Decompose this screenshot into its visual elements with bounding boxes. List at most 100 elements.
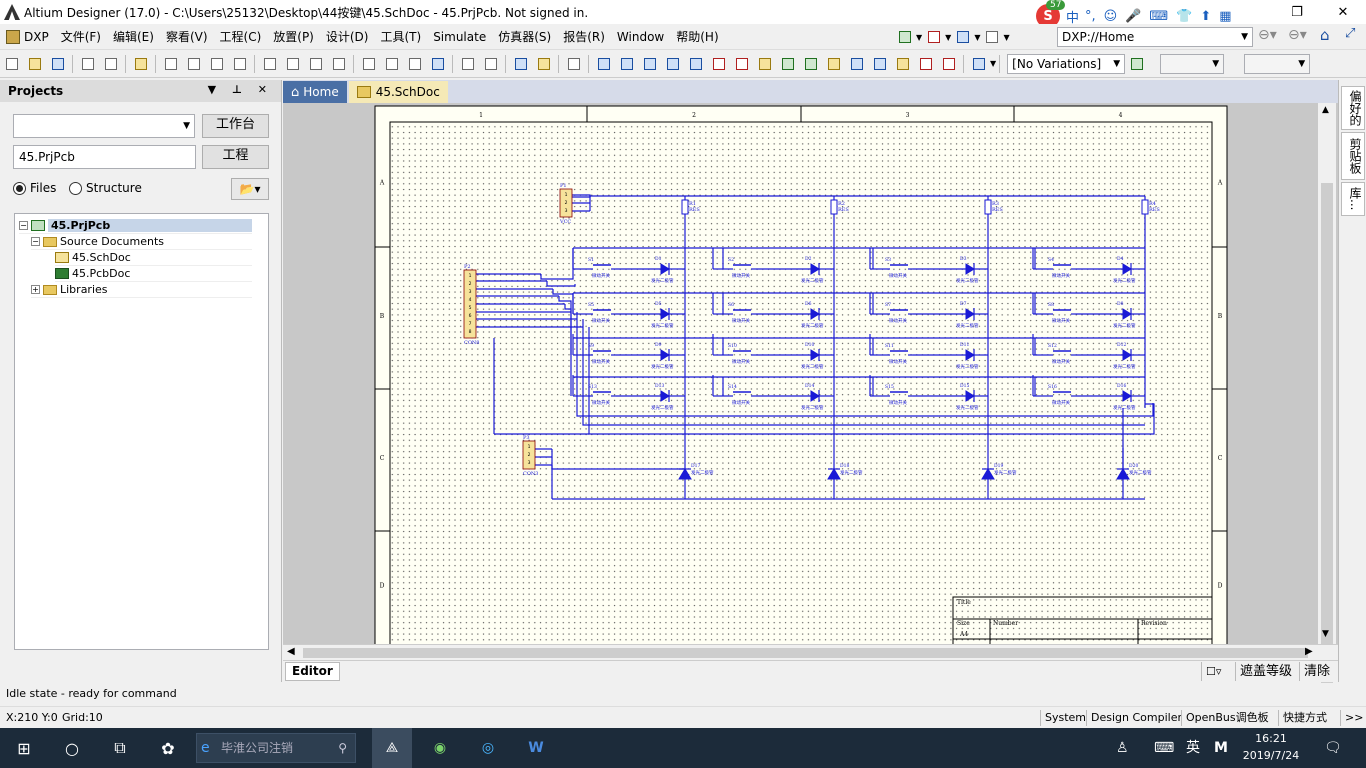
menu-help[interactable]: 帮助(H)	[670, 26, 724, 48]
emoji-icon[interactable]: ☺	[1104, 9, 1118, 24]
cut-icon[interactable]	[260, 54, 280, 74]
menu-tools[interactable]: 工具(T)	[374, 26, 427, 48]
menu-window[interactable]: Window	[611, 26, 670, 48]
power-port-icon[interactable]	[953, 27, 973, 47]
open-document-icon[interactable]	[131, 54, 151, 74]
clear-filter-icon[interactable]	[428, 54, 448, 74]
zoom-area-icon[interactable]	[184, 54, 204, 74]
forward-icon[interactable]: ⊖▾	[1288, 27, 1307, 43]
hierarchy-icon[interactable]	[511, 54, 531, 74]
schematic-sheet[interactable]: 1 2 3 4 A A B B C C D D 1 2 3 P1 VCC 1 2 3 4 5 6 7 8 P2 CON8 1 2 3 P3…	[283, 103, 1318, 644]
redo-icon[interactable]	[481, 54, 501, 74]
menu-view[interactable]: 察看(V)	[160, 26, 214, 48]
vcc-port-icon[interactable]	[732, 54, 752, 74]
rubber-stamp-icon[interactable]	[329, 54, 349, 74]
scroll-down-icon[interactable]: ▼	[1322, 629, 1329, 639]
settings-icon[interactable]: ▦	[1219, 9, 1231, 24]
sheet-symbol-icon[interactable]	[778, 54, 798, 74]
mask-filter-icon[interactable]: ☐▿	[1201, 662, 1225, 681]
menu-dxp[interactable]: DXP	[0, 26, 55, 48]
place-part-icon[interactable]	[755, 54, 775, 74]
menu-project[interactable]: 工程(C)	[214, 26, 268, 48]
align-icon[interactable]	[924, 27, 944, 47]
mask-level-button[interactable]: 遮盖等级	[1235, 662, 1296, 681]
user-icon[interactable]: 👕	[1176, 9, 1192, 24]
taskbar-altium-icon[interactable]: ⟁	[372, 728, 412, 768]
harness-icon[interactable]	[847, 54, 867, 74]
variant-manager-icon[interactable]	[1127, 54, 1147, 74]
tab-schdoc[interactable]: 45.SchDoc	[348, 81, 448, 103]
scroll-right-icon[interactable]: ▶	[1305, 646, 1313, 657]
expand-icon[interactable]: +	[31, 285, 40, 294]
scroll-left-icon[interactable]: ◀	[287, 646, 295, 657]
no-erc-multi-icon[interactable]	[939, 54, 959, 74]
tree-item-schdoc[interactable]: 45.SchDoc	[55, 250, 252, 266]
vertical-scrollbar[interactable]: ▲ ▼	[1318, 103, 1336, 683]
ime-mode-icon[interactable]: M	[1214, 728, 1228, 768]
scroll-up-icon[interactable]: ▲	[1322, 105, 1329, 115]
notification-icon[interactable]: 🗨	[1324, 728, 1342, 768]
tree-item-pcbdoc[interactable]: 45.PcbDoc	[55, 266, 252, 282]
mic-icon[interactable]: 🎤	[1125, 9, 1141, 24]
wire-tool-icon[interactable]	[895, 27, 915, 47]
collapse-icon[interactable]: −	[19, 221, 28, 230]
copy-icon[interactable]	[283, 54, 303, 74]
move-icon[interactable]	[382, 54, 402, 74]
tree-item-libraries[interactable]: + Libraries	[31, 282, 252, 298]
system-button[interactable]: System	[1040, 710, 1090, 726]
restore-icon[interactable]: ❐	[1274, 0, 1320, 24]
cross-probe-icon[interactable]	[534, 54, 554, 74]
project-options-button[interactable]: 📂▾	[231, 178, 269, 200]
touch-keyboard-icon[interactable]: ⌨	[1154, 728, 1174, 768]
open-icon[interactable]	[25, 54, 45, 74]
zoom-dropdown-icon[interactable]	[230, 54, 250, 74]
app-pinwheel-icon[interactable]: ✿	[144, 728, 192, 768]
close-icon[interactable]: ✕	[1320, 0, 1366, 24]
vertical-scroll-thumb[interactable]	[1321, 183, 1333, 683]
workspace-dropdown-icon[interactable]: ▼	[183, 115, 190, 137]
horizontal-scroll-thumb[interactable]	[303, 648, 1308, 658]
net-label-icon[interactable]	[663, 54, 683, 74]
panel-controls[interactable]: ▼ ⊥ ✕	[208, 83, 273, 96]
menu-design[interactable]: 设计(D)	[320, 26, 375, 48]
combo-dropdown-icon[interactable]: ▼	[1298, 55, 1305, 73]
address-dropdown-icon[interactable]: ▼	[1241, 28, 1248, 46]
menu-place[interactable]: 放置(P)	[267, 26, 320, 48]
shortcuts-button[interactable]: 快捷方式	[1278, 710, 1331, 726]
zoom-fit-icon[interactable]	[161, 54, 181, 74]
menu-simulate[interactable]: Simulate	[427, 26, 492, 48]
select-area-icon[interactable]	[359, 54, 379, 74]
gnd-port-icon[interactable]	[709, 54, 729, 74]
new-icon[interactable]	[2, 54, 22, 74]
harness-entry-icon[interactable]	[870, 54, 890, 74]
combo-dropdown-icon[interactable]: ▼	[1212, 55, 1219, 73]
variations-combo[interactable]: [No Variations] ▼	[1007, 53, 1126, 74]
tree-item-source-documents[interactable]: − Source Documents	[31, 234, 252, 250]
horizontal-scrollbar[interactable]: ◀ ▶	[283, 644, 1338, 660]
tab-home[interactable]: ⌂ Home	[283, 81, 347, 103]
clear-button[interactable]: 清除	[1299, 662, 1334, 681]
sheet-entry-icon[interactable]	[801, 54, 821, 74]
taskbar-search[interactable]: e 毕淮公司注销 ⚲	[196, 733, 356, 763]
taskbar-word-icon[interactable]: W	[516, 728, 556, 768]
blank-combo-2[interactable]: ▼	[1244, 53, 1311, 74]
address-bar[interactable]: DXP://Home ▼	[1057, 27, 1253, 47]
taskbar-browser-icon[interactable]: ◎	[468, 728, 508, 768]
design-compiler-button[interactable]: Design Compiler	[1086, 710, 1186, 726]
project-button[interactable]: 工程	[202, 145, 269, 169]
tab-libraries[interactable]: 库...	[1341, 182, 1365, 216]
grid-icon[interactable]	[982, 27, 1002, 47]
net-icon[interactable]	[686, 54, 706, 74]
windows-start-icon[interactable]: ⊞	[0, 728, 48, 768]
ime-punct[interactable]: °,	[1085, 9, 1096, 24]
drawing-tools-dropdown-icon[interactable]: ▼	[990, 59, 996, 68]
place-wire-icon[interactable]	[594, 54, 614, 74]
menu-edit[interactable]: 编辑(E)	[107, 26, 160, 48]
tab-favorites[interactable]: 偏好的	[1341, 86, 1365, 130]
port-icon[interactable]	[893, 54, 913, 74]
ime-chinese-mode[interactable]: 中	[1066, 7, 1079, 26]
select-icon[interactable]	[405, 54, 425, 74]
bus-entry-icon[interactable]	[640, 54, 660, 74]
skin-icon[interactable]: ⬆	[1200, 9, 1211, 24]
print-preview-icon[interactable]	[101, 54, 121, 74]
